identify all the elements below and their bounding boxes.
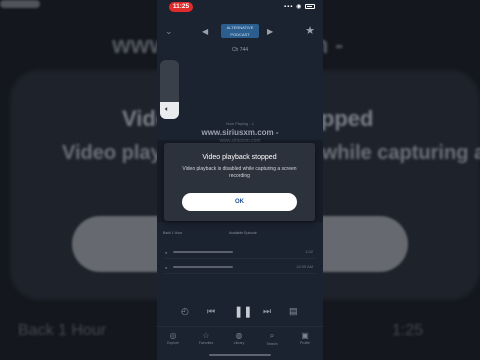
tab-profile[interactable]: ▣ Profile: [292, 331, 318, 345]
blurred-footer-left: Back 1 Hour: [18, 322, 107, 339]
volume-slider[interactable]: 🔈︎: [160, 60, 179, 119]
home-indicator: [209, 354, 271, 356]
tab-label: Search: [266, 342, 278, 346]
status-bar: 11:25 ▪▪▪ ◉: [157, 0, 323, 14]
library-icon: ◍: [235, 331, 243, 340]
skip-forward-icon[interactable]: ⏭︎: [263, 306, 271, 317]
skip-back-icon[interactable]: ⏮︎: [207, 306, 215, 317]
history-play-icon: ●: [165, 250, 168, 255]
video-stopped-dialog: Video playback stopped Video playback is…: [164, 143, 315, 221]
favorites-icon: ☆: [202, 331, 210, 340]
channel-logo-text: ALTERNATIVE PODCAST: [226, 25, 254, 37]
tab-library[interactable]: ◍ Library: [226, 331, 252, 345]
history-time: 1:02: [305, 249, 313, 254]
dialog-message: Video playback is disabled while capturi…: [182, 166, 297, 179]
volume-level-fill: [160, 102, 179, 119]
ok-button[interactable]: OK: [182, 193, 297, 211]
history-title-bar: [173, 251, 233, 253]
back-one-hour-button[interactable]: Back 1 Hour: [163, 231, 182, 235]
history-time: 12:09 AM: [296, 264, 313, 269]
pause-icon[interactable]: ❚❚: [234, 305, 252, 318]
tab-explore[interactable]: ◎ Explore: [160, 331, 186, 345]
phone-screen: 11:25 ▪▪▪ ◉ ⌄ ◀ ALTERNATIVE PODCAST ▶ ★ …: [157, 0, 323, 360]
tab-favorites[interactable]: ☆ Favorites: [193, 331, 219, 345]
speaker-icon: 🔈︎: [165, 106, 170, 113]
next-channel-icon[interactable]: ▶: [267, 27, 273, 36]
channel-number: Ch 744: [231, 47, 249, 53]
blurred-footer-right: 1:25: [392, 322, 424, 339]
chevron-down-icon[interactable]: ⌄: [165, 26, 173, 37]
channel-logo: ALTERNATIVE PODCAST: [221, 24, 259, 38]
track-row: Back 1 Hour Available Episode: [163, 229, 317, 237]
favorite-star-icon[interactable]: ★: [305, 24, 315, 37]
history-item[interactable]: ● 12:09 AM: [165, 264, 315, 274]
profile-icon: ▣: [301, 331, 309, 340]
tab-label: Profile: [300, 341, 310, 345]
available-episode-label: Available Episode: [229, 231, 257, 235]
tab-label: Favorites: [198, 341, 214, 345]
queue-icon[interactable]: ▤: [289, 306, 298, 317]
tab-label: Library: [233, 341, 245, 345]
signal-wifi-icon: ▪▪▪ ◉: [284, 4, 303, 10]
search-icon: ⌕: [269, 331, 275, 340]
dialog-title: Video playback stopped: [202, 154, 277, 161]
playback-controls: ◴ ⏮︎ ❚❚ ⏭︎ ▤: [157, 306, 323, 320]
timer-icon[interactable]: ◴: [181, 306, 189, 317]
prev-channel-icon[interactable]: ◀: [202, 27, 208, 36]
now-playing-url: www.siriusxm.com -: [201, 128, 279, 137]
history-item[interactable]: ● 1:02: [165, 249, 315, 259]
tab-search[interactable]: ⌕ Search: [259, 331, 285, 346]
explore-icon: ◎: [169, 331, 177, 340]
player-nav: ⌄ ◀ ALTERNATIVE PODCAST ▶ ★: [157, 22, 323, 42]
status-icons: ▪▪▪ ◉: [284, 3, 315, 10]
tab-label: Explore: [167, 341, 179, 345]
history-play-icon: ●: [165, 265, 168, 270]
status-time: 11:25: [169, 2, 193, 12]
now-playing-label: Now Playing - 1: [225, 121, 254, 126]
blurred-top-bar: [0, 0, 40, 8]
history-title-bar: [173, 266, 233, 268]
battery-icon: [305, 3, 315, 9]
